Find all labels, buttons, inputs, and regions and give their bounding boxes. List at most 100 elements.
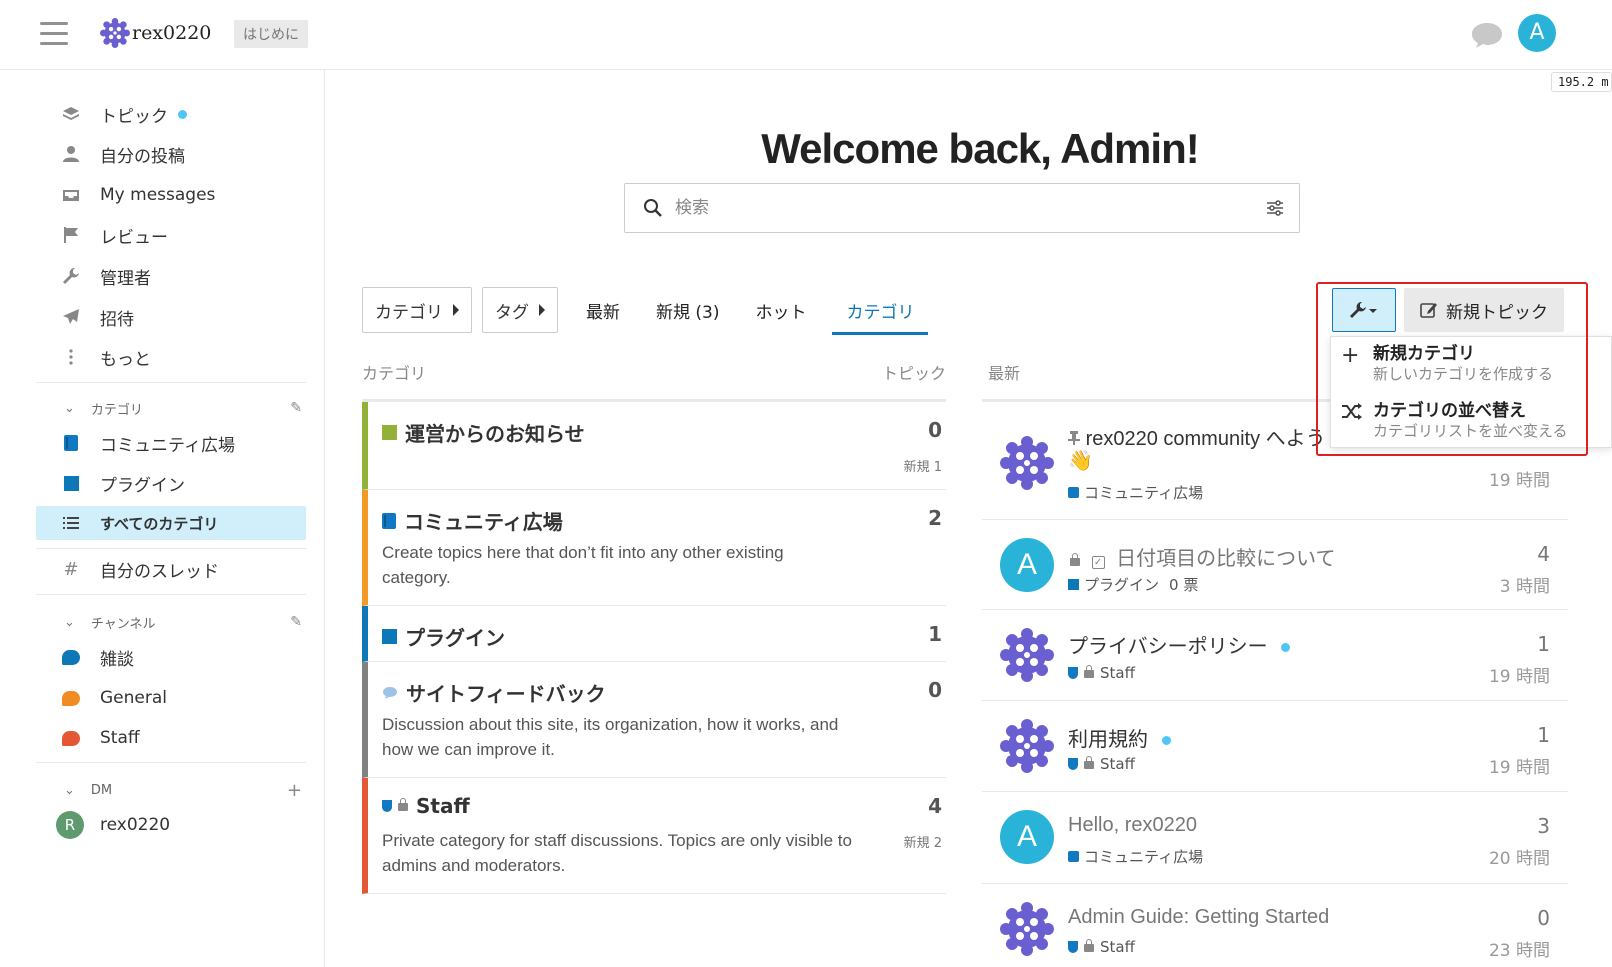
sidebar-item-label: トピック xyxy=(100,106,168,127)
sidebar-item-my-messages[interactable]: My messages xyxy=(36,178,306,212)
category-row[interactable]: コミュニティ広場 2 Create topics here that don’t… xyxy=(362,490,946,606)
category-row[interactable]: Staff 4 新規 2 Private category for staff … xyxy=(362,778,946,894)
caret-right-icon xyxy=(539,304,545,316)
sidebar-item-channel-staff[interactable]: Staff xyxy=(36,721,306,755)
site-logo[interactable]: rex0220 xyxy=(100,18,211,48)
sidebar-item-my-posts[interactable]: 自分の投稿 xyxy=(36,137,306,171)
topic-time: 19 時間 xyxy=(1488,667,1550,687)
topic-category[interactable]: Staff xyxy=(1100,664,1135,682)
topic-category[interactable]: Staff xyxy=(1100,755,1135,773)
welcome-pill[interactable]: はじめに xyxy=(234,20,308,48)
category-name[interactable]: コミュニティ広場 xyxy=(404,506,563,535)
category-name[interactable]: サイトフィードバック xyxy=(406,678,606,707)
sidebar-item-all-categories[interactable]: すべてのカテゴリ xyxy=(36,506,306,540)
category-name[interactable]: Staff xyxy=(416,794,470,818)
hash-icon: # xyxy=(63,558,79,580)
topic-title[interactable]: rex0220 community へよう xyxy=(1086,428,1326,450)
book-icon xyxy=(1068,851,1079,862)
gear-avatar[interactable] xyxy=(1000,902,1054,956)
category-name[interactable]: 運営からのお知らせ xyxy=(405,418,585,447)
reply-count: 4 xyxy=(1537,542,1550,566)
sidebar-item-channel-general[interactable]: General xyxy=(36,681,306,715)
topic-category[interactable]: Staff xyxy=(1100,938,1135,956)
gear-avatar[interactable] xyxy=(1000,436,1054,490)
category-row[interactable]: 運営からのお知らせ 0 新規 1 xyxy=(362,402,946,490)
hamburger-menu-icon[interactable] xyxy=(40,22,68,46)
sidebar-item-admin[interactable]: 管理者 xyxy=(36,259,306,293)
category-row[interactable]: プラグイン 1 xyxy=(362,606,946,662)
vote-count: 0 票 xyxy=(1169,576,1199,594)
pencil-icon[interactable]: ✎ xyxy=(290,400,302,416)
shield-icon xyxy=(1068,667,1078,679)
lock-icon xyxy=(1084,665,1094,678)
reply-count: 1 xyxy=(1537,723,1550,747)
gear-avatar[interactable] xyxy=(1000,719,1054,773)
topic-title[interactable]: プライバシーポリシー xyxy=(1068,636,1268,658)
latest-topic-row[interactable]: A ✓ 日付項目の比較について プラグイン 0 票 4 3 時間 xyxy=(982,520,1568,610)
sidebar-item-channel-chat[interactable]: 雑談 xyxy=(36,640,306,674)
tab-latest[interactable]: 最新 xyxy=(586,287,620,333)
latest-topic-row[interactable]: プライバシーポリシー Staff 1 19 時間 xyxy=(982,610,1568,701)
chevron-down-icon: ⌄ xyxy=(64,614,75,630)
user-avatar[interactable]: A xyxy=(1518,14,1556,52)
checkbox-icon: ✓ xyxy=(1091,556,1105,569)
topic-category[interactable]: プラグイン xyxy=(1084,574,1159,595)
tab-new[interactable]: 新規 (3) xyxy=(656,287,719,333)
tag-dropdown[interactable]: タグ xyxy=(482,287,558,333)
new-count[interactable]: 新規 1 xyxy=(904,456,942,475)
sidebar-section-dm[interactable]: ⌄ DM + xyxy=(36,778,306,802)
category-name[interactable]: プラグイン xyxy=(405,622,505,651)
search-icon xyxy=(644,199,662,217)
sidebar-item-label: 雑談 xyxy=(100,649,134,670)
topic-title[interactable]: 日付項目の比較について xyxy=(1116,548,1335,570)
user-avatar[interactable]: A xyxy=(1000,538,1054,592)
sidebar-item-category-plugin[interactable]: プラグイン xyxy=(36,466,306,500)
category-square-icon xyxy=(1068,579,1079,590)
topic-title[interactable]: Hello, rex0220 xyxy=(1068,814,1197,836)
sidebar-item-review[interactable]: レビュー xyxy=(36,218,306,252)
paper-plane-icon xyxy=(62,308,80,326)
tab-hot[interactable]: ホット xyxy=(755,287,806,333)
sidebar-divider xyxy=(36,594,306,595)
chevron-down-icon: ⌄ xyxy=(64,400,75,416)
sidebar-item-my-threads[interactable]: # 自分のスレッド xyxy=(36,552,306,586)
topic-time: 23 時間 xyxy=(1488,941,1550,961)
ellipsis-vertical-icon xyxy=(62,348,80,366)
book-icon xyxy=(382,512,396,529)
sidebar-item-more[interactable]: もっと xyxy=(36,340,306,374)
chat-icon[interactable] xyxy=(1470,20,1504,50)
list-icon xyxy=(62,514,80,532)
sidebar-item-dm-user[interactable]: R rex0220 xyxy=(36,808,306,842)
site-header: rex0220 はじめに A xyxy=(0,0,1612,70)
sidebar-item-category-community[interactable]: コミュニティ広場 xyxy=(36,426,306,460)
topic-category[interactable]: コミュニティ広場 xyxy=(1084,482,1203,503)
sidebar-item-label: rex0220 xyxy=(100,815,171,835)
user-avatar[interactable]: A xyxy=(1000,810,1054,864)
topic-title[interactable]: 利用規約 xyxy=(1068,729,1148,751)
wrench-icon xyxy=(62,267,80,285)
category-dropdown[interactable]: カテゴリ xyxy=(362,287,472,333)
sidebar-item-topics[interactable]: トピック xyxy=(36,97,306,131)
latest-topic-row[interactable]: Admin Guide: Getting Started Staff 0 23 … xyxy=(982,884,1568,967)
dropdown-label: タグ xyxy=(495,302,529,323)
column-header-category: カテゴリ xyxy=(362,364,427,383)
gear-avatar[interactable] xyxy=(1000,628,1054,682)
search-input[interactable] xyxy=(675,198,1265,218)
plus-icon[interactable]: + xyxy=(287,780,302,801)
sliders-icon[interactable] xyxy=(1265,198,1285,218)
sidebar-section-categories[interactable]: ⌄ カテゴリ ✎ xyxy=(36,396,306,420)
sidebar-item-invite[interactable]: 招待 xyxy=(36,300,306,334)
sidebar-section-channels[interactable]: ⌄ チャンネル ✎ xyxy=(36,610,306,634)
new-count[interactable]: 新規 2 xyxy=(904,832,942,851)
pencil-icon[interactable]: ✎ xyxy=(290,614,302,630)
sidebar-item-label: Staff xyxy=(100,728,140,748)
latest-topic-row[interactable]: 利用規約 Staff 1 19 時間 xyxy=(982,701,1568,792)
category-table-header: カテゴリ トピック xyxy=(362,360,946,384)
topic-category[interactable]: コミュニティ広場 xyxy=(1084,846,1203,867)
topic-title[interactable]: Admin Guide: Getting Started xyxy=(1068,906,1329,928)
tab-categories[interactable]: カテゴリ xyxy=(832,287,929,335)
chat-bubble-icon xyxy=(62,649,80,665)
search-bar[interactable] xyxy=(624,183,1300,233)
category-row[interactable]: サイトフィードバック 0 Discussion about this site,… xyxy=(362,662,946,778)
latest-topic-row[interactable]: A Hello, rex0220 コミュニティ広場 3 20 時間 xyxy=(982,792,1568,884)
